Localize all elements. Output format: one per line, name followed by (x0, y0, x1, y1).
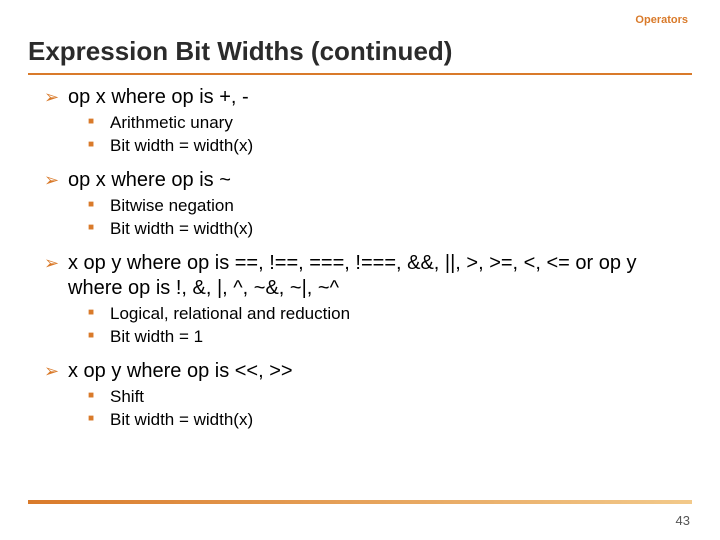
bullet-l2-group: Arithmetic unary Bit width = width(x) (88, 112, 692, 158)
slide-title: Expression Bit Widths (continued) (28, 36, 692, 67)
bullet-l2-group: Bitwise negation Bit width = width(x) (88, 195, 692, 241)
page-number: 43 (676, 513, 690, 528)
bullet-l2: Arithmetic unary (88, 112, 692, 135)
bullet-l2-group: Shift Bit width = width(x) (88, 386, 692, 432)
bullet-l1: op x where op is +, - (44, 85, 692, 110)
title-underline (28, 73, 692, 75)
footer-rule (28, 500, 692, 504)
bullet-l2: Bitwise negation (88, 195, 692, 218)
bullet-l2: Bit width = width(x) (88, 218, 692, 241)
section-label: Operators (635, 14, 688, 26)
bullet-l2: Bit width = width(x) (88, 135, 692, 158)
bullet-l2-group: Logical, relational and reduction Bit wi… (88, 303, 692, 349)
bullet-l2: Bit width = width(x) (88, 409, 692, 432)
slide: Operators Expression Bit Widths (continu… (0, 0, 720, 540)
bullet-l2: Shift (88, 386, 692, 409)
bullet-l1: x op y where op is <<, >> (44, 359, 692, 384)
bullet-l2: Logical, relational and reduction (88, 303, 692, 326)
content-area: op x where op is +, - Arithmetic unary B… (28, 85, 692, 432)
bullet-l2: Bit width = 1 (88, 326, 692, 349)
bullet-l1: op x where op is ~ (44, 168, 692, 193)
bullet-l1: x op y where op is ==, !==, ===, !===, &… (44, 251, 692, 301)
